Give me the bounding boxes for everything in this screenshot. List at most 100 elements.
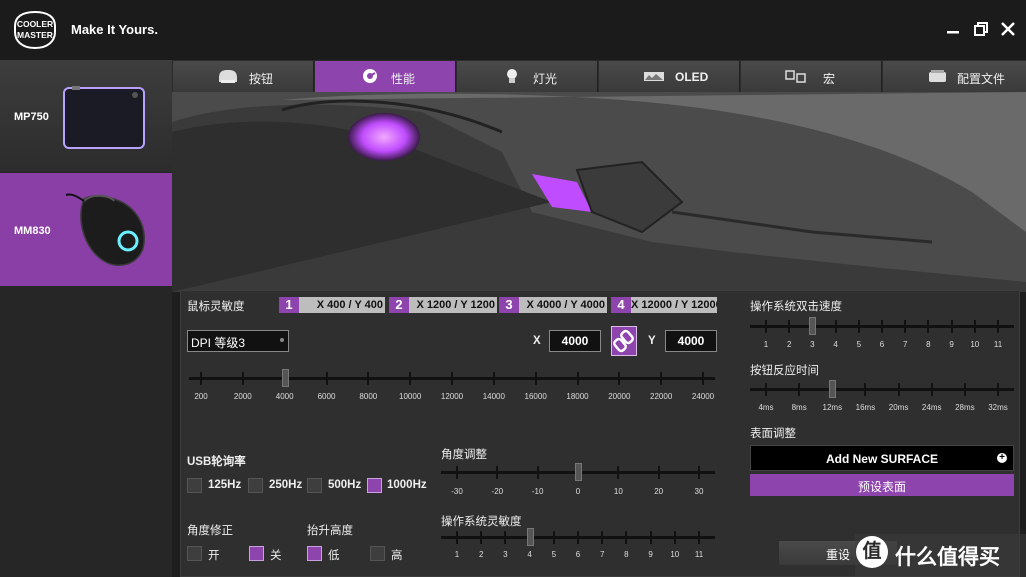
link-xy-button[interactable] — [611, 326, 637, 356]
tab-label: 性能 — [391, 72, 416, 86]
slider-thumb[interactable] — [575, 463, 582, 481]
slider-tick-label: -30 — [451, 487, 463, 496]
slider-thumb[interactable] — [526, 528, 534, 546]
tab-oled[interactable]: OLED — [599, 61, 740, 92]
usb-option-label: 125Hz — [208, 479, 242, 491]
checkbox[interactable] — [307, 478, 322, 493]
slider-tick-label: 0 — [575, 487, 581, 496]
tab-buttons[interactable]: 按钮 — [173, 61, 314, 92]
tab-label: 按钮 — [249, 72, 274, 86]
slider-thumb[interactable] — [281, 369, 289, 387]
os-sensitivity-slider[interactable] — [441, 528, 715, 546]
checkbox-checked[interactable] — [367, 478, 382, 493]
dpi-slider[interactable] — [189, 369, 715, 387]
slider-thumb[interactable] — [829, 380, 837, 398]
angle-adjust-title: 角度调整 — [441, 449, 487, 461]
restore-icon[interactable] — [972, 20, 990, 38]
tab-profiles[interactable]: 配置文件 — [883, 61, 1026, 92]
mouse-hero-image — [172, 92, 1026, 292]
usb-option-label: 1000Hz — [387, 479, 427, 491]
slider-tick — [765, 383, 767, 396]
usb-option-label: 500Hz — [328, 479, 362, 491]
usb-option-label: 250Hz — [269, 479, 303, 491]
slider-thumb[interactable] — [809, 317, 817, 335]
mouse-button-icon — [219, 70, 237, 83]
tab-label: 宏 — [823, 72, 836, 86]
x-dpi-input[interactable]: 4000 — [549, 330, 601, 352]
slider-tick — [649, 531, 652, 544]
checkbox[interactable] — [248, 478, 263, 493]
preset-surface-button[interactable]: 预设表面 — [750, 474, 1014, 496]
tab-lighting[interactable]: 灯光 — [457, 61, 598, 92]
dpi-level-value: X 12000 / Y 12000 — [631, 297, 717, 313]
close-icon[interactable] — [999, 20, 1017, 38]
button-response-slider[interactable] — [750, 380, 1014, 398]
slider-tick-label: 16000 — [524, 392, 547, 401]
dpi-level-value: X 4000 / Y 4000 — [519, 297, 607, 313]
mousepad-image — [63, 86, 145, 149]
double-click-slider[interactable] — [750, 317, 1014, 335]
slider-tick — [577, 531, 579, 544]
device-label: MM830 — [14, 225, 51, 237]
oled-display-icon — [644, 72, 664, 81]
device-mp750[interactable]: MP750 — [0, 60, 172, 172]
add-surface-button[interactable]: Add New SURFACE + — [750, 445, 1014, 471]
y-dpi-input[interactable]: 4000 — [665, 330, 717, 352]
slider-tick — [657, 466, 660, 479]
slider-tick-label: 6000 — [317, 392, 336, 401]
dpi-level-number: 4 — [611, 297, 631, 313]
slider-tick — [456, 531, 458, 544]
slider-tick — [927, 320, 930, 333]
device-mm830[interactable]: MM830 — [0, 173, 172, 286]
slider-tick — [552, 531, 555, 544]
slider-tick-label: 12000 — [440, 392, 464, 401]
slider-tick — [456, 466, 458, 479]
x-label: X — [533, 335, 541, 347]
tab-performance[interactable]: 性能 — [315, 61, 456, 92]
slider-tick — [857, 320, 860, 333]
angle-adjust-slider[interactable] — [441, 463, 715, 481]
add-surface-label: Add New SURFACE — [825, 452, 938, 466]
slider-tick — [788, 320, 791, 333]
tab-label: 配置文件 — [957, 72, 1006, 86]
surface-title: 表面调整 — [750, 428, 796, 440]
slider-tick-label: -20 — [491, 487, 504, 496]
slider-tick — [504, 531, 507, 544]
slider-tick — [834, 320, 837, 333]
slider-tick — [997, 383, 999, 396]
slider-tick — [325, 372, 328, 385]
angle-correction-title: 角度修正 — [187, 525, 233, 537]
slider-tick-label: 20 — [654, 487, 664, 496]
slider-tick-label: 14000 — [482, 392, 505, 401]
cooler-master-logo: COOLER MASTER — [12, 10, 58, 50]
checkbox[interactable] — [187, 546, 202, 561]
slider-tick — [963, 383, 966, 396]
slider-tick-label: 2000 — [233, 392, 252, 401]
device-sidebar: MP750 MM830 — [0, 60, 172, 577]
tab-macro[interactable]: 宏 — [741, 61, 882, 92]
slider-track — [750, 388, 1014, 391]
checkbox-checked[interactable] — [307, 546, 322, 561]
slider-tick — [409, 372, 412, 385]
chain-link-icon — [613, 329, 634, 353]
slider-tick — [660, 372, 663, 385]
brand-slogan: Make It Yours. — [71, 22, 158, 37]
minimize-icon[interactable] — [944, 20, 962, 38]
slider-tick-label: 30 — [694, 487, 704, 496]
slider-tick — [496, 466, 499, 479]
checkbox[interactable] — [370, 546, 385, 561]
dpi-stage-value: DPI 等级3 — [191, 336, 246, 350]
option-label: 关 — [270, 550, 282, 562]
dpi-stage-select[interactable]: DPI 等级3 — [187, 330, 289, 352]
slider-tick — [950, 320, 953, 333]
slider-tick — [451, 372, 453, 385]
slider-tick — [897, 383, 900, 396]
slider-tick-label: 22000 — [650, 392, 673, 401]
checkbox[interactable] — [187, 478, 202, 493]
watermark-text: 什么值得买 — [895, 546, 1000, 569]
slider-tick — [618, 372, 621, 385]
checkbox-checked[interactable] — [249, 546, 264, 561]
lift-height-title: 抬升高度 — [307, 525, 353, 537]
title-bar: COOLER MASTER Make It Yours. — [0, 0, 1026, 60]
slider-tick-label: 11 — [694, 550, 704, 559]
